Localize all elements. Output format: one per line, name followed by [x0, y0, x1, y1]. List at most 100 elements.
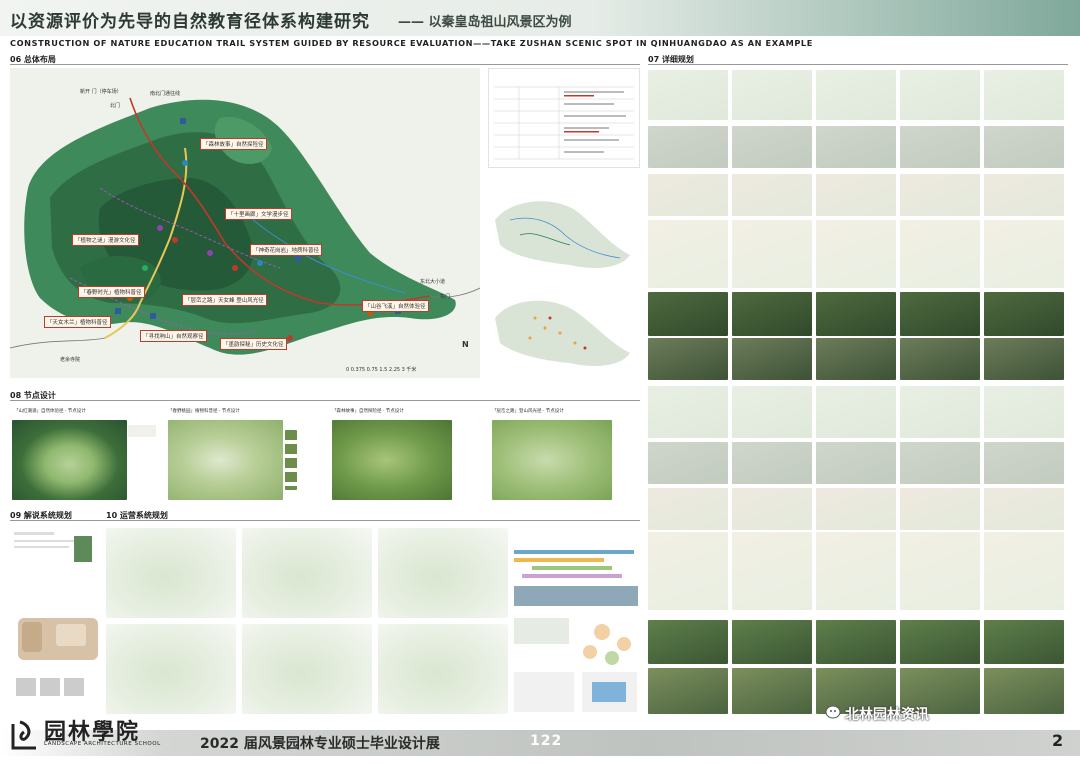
detail-thumbnail: [648, 174, 728, 216]
scale-bar: 0 0.375 0.75 1.5 2.25 3 千米: [346, 367, 417, 373]
detail-thumbnail: [984, 338, 1064, 380]
detail-thumbnail: [732, 174, 812, 216]
trail-analysis-map-1: [490, 180, 640, 280]
place-label: 新开 门（停车场）: [80, 89, 122, 95]
node-title: 「山红潮涌」自然体验径 · 节点设计: [14, 409, 86, 414]
page-title-english: CONSTRUCTION OF NATURE EDUCATION TRAIL S…: [10, 38, 813, 48]
detail-thumbnail: [984, 532, 1064, 610]
exhibition-title: 2022 届风景园林专业硕士毕业设计展: [200, 736, 440, 752]
detail-thumbnail: [900, 70, 980, 120]
place-label: 南北门通往线: [150, 91, 181, 97]
detail-thumbnail: [732, 488, 812, 530]
detail-thumbnail: [648, 442, 728, 484]
detail-thumbnail: [816, 442, 896, 484]
detail-thumbnail: [816, 386, 896, 438]
detail-thumbnail: [816, 338, 896, 380]
detail-thumbnail: [816, 220, 896, 288]
node-plan-4: [492, 420, 612, 500]
operation-map: [378, 528, 508, 618]
detail-thumbnail: [732, 220, 812, 288]
operation-map: [242, 528, 372, 618]
detail-thumbnail: [648, 220, 728, 288]
detail-thumbnail: [816, 488, 896, 530]
detail-thumbnail: [984, 488, 1064, 530]
trail-tag: 「墨韵探秘」历史文化径: [220, 338, 287, 350]
detail-thumbnail: [984, 220, 1064, 288]
detail-thumbnail: [900, 386, 980, 438]
detail-thumbnail: [648, 338, 728, 380]
detail-thumbnail: [984, 620, 1064, 664]
detail-thumbnail: [816, 620, 896, 664]
north-arrow: N: [462, 340, 469, 349]
operation-map: [378, 624, 508, 714]
node-plan-2: [168, 420, 283, 500]
node-title: 「层峦之路」登山风光径 · 节点设计: [492, 409, 564, 414]
detail-thumbnail: [648, 126, 728, 168]
detail-thumbnail: [732, 70, 812, 120]
detail-thumbnail: [984, 292, 1064, 336]
detail-thumbnail: [648, 532, 728, 610]
detail-thumbnail: [732, 668, 812, 714]
detail-thumbnail: [732, 292, 812, 336]
node-plan-3: [332, 420, 452, 500]
detail-thumbnail: [984, 668, 1064, 714]
trail-analysis-map-2: [490, 283, 640, 378]
node-title: 「春野桃园」植物科普径 · 节点设计: [168, 409, 240, 414]
operation-map: [242, 624, 372, 714]
page-number: 2: [1052, 731, 1064, 750]
node-photo-strip: [285, 430, 297, 490]
detail-thumbnail: [648, 70, 728, 120]
detail-thumbnail: [732, 126, 812, 168]
place-label: 老余寺院: [60, 357, 81, 363]
detail-thumbnail: [900, 488, 980, 530]
detail-thumbnail: [648, 386, 728, 438]
timeline-graphic: [514, 550, 638, 606]
trail-tag: 「植物之谜」漫游文化径: [72, 234, 139, 246]
table-graphic: [494, 86, 634, 160]
detail-thumbnail: [816, 174, 896, 216]
page-subtitle: —— 以秦皇岛祖山风景区为例: [398, 15, 572, 30]
node-sketch: [128, 425, 156, 437]
detail-thumbnail: [732, 386, 812, 438]
detail-thumbnail: [732, 620, 812, 664]
detail-thumbnail: [900, 620, 980, 664]
divider: [10, 520, 640, 521]
trail-tag: 「层峦之路」天女峰 登山风光径: [182, 294, 267, 306]
place-label: 东北大小道: [420, 279, 446, 285]
detail-thumbnail: [900, 338, 980, 380]
detail-thumbnail: [732, 338, 812, 380]
detail-thumbnail: [816, 292, 896, 336]
trail-tag: 「春野时光」植物科普径: [78, 286, 145, 298]
trail-tag: 「神奇花岗岩」地质科普径: [250, 244, 323, 256]
detail-thumbnail: [732, 442, 812, 484]
detail-thumbnail: [900, 126, 980, 168]
analysis-table: [488, 68, 640, 168]
detail-thumbnail: [648, 620, 728, 664]
detail-thumbnail: [984, 70, 1064, 120]
divider: [10, 64, 640, 65]
terrain-map: [10, 97, 480, 355]
trail-tag: 「山谷飞溪」自然体验径: [362, 300, 429, 312]
detail-thumbnail: [648, 292, 728, 336]
divider: [10, 400, 640, 401]
node-title: 「森林故事」自然探险径 · 节点设计: [332, 409, 404, 414]
detail-thumbnail: [648, 488, 728, 530]
operation-timeline: [512, 528, 640, 608]
detail-thumbnail: [900, 174, 980, 216]
school-logo-english: LANDSCAPE ARCHITECTURE SCHOOL: [44, 741, 161, 747]
master-plan-map: 图例 机动车道规划加固步行道地质水系水景栈道生态观光车站植物索道站景点停车场其他…: [10, 68, 480, 378]
detailed-planning-grid: [648, 70, 1068, 715]
operation-system-maps: [106, 528, 511, 718]
wechat-icon: [825, 704, 843, 720]
detail-thumbnail: [984, 174, 1064, 216]
trail-tag: 「十里画廊」文学漫步径: [225, 208, 292, 220]
detail-thumbnail: [732, 532, 812, 610]
detail-thumbnail: [900, 532, 980, 610]
watermark: 北林园林资讯: [845, 707, 929, 723]
exhibit-number: 122: [530, 733, 563, 749]
detail-thumbnail: [816, 126, 896, 168]
node-plan-1: [12, 420, 127, 500]
analysis-map: [495, 300, 630, 366]
detail-thumbnail: [816, 70, 896, 120]
operation-map: [106, 624, 236, 714]
